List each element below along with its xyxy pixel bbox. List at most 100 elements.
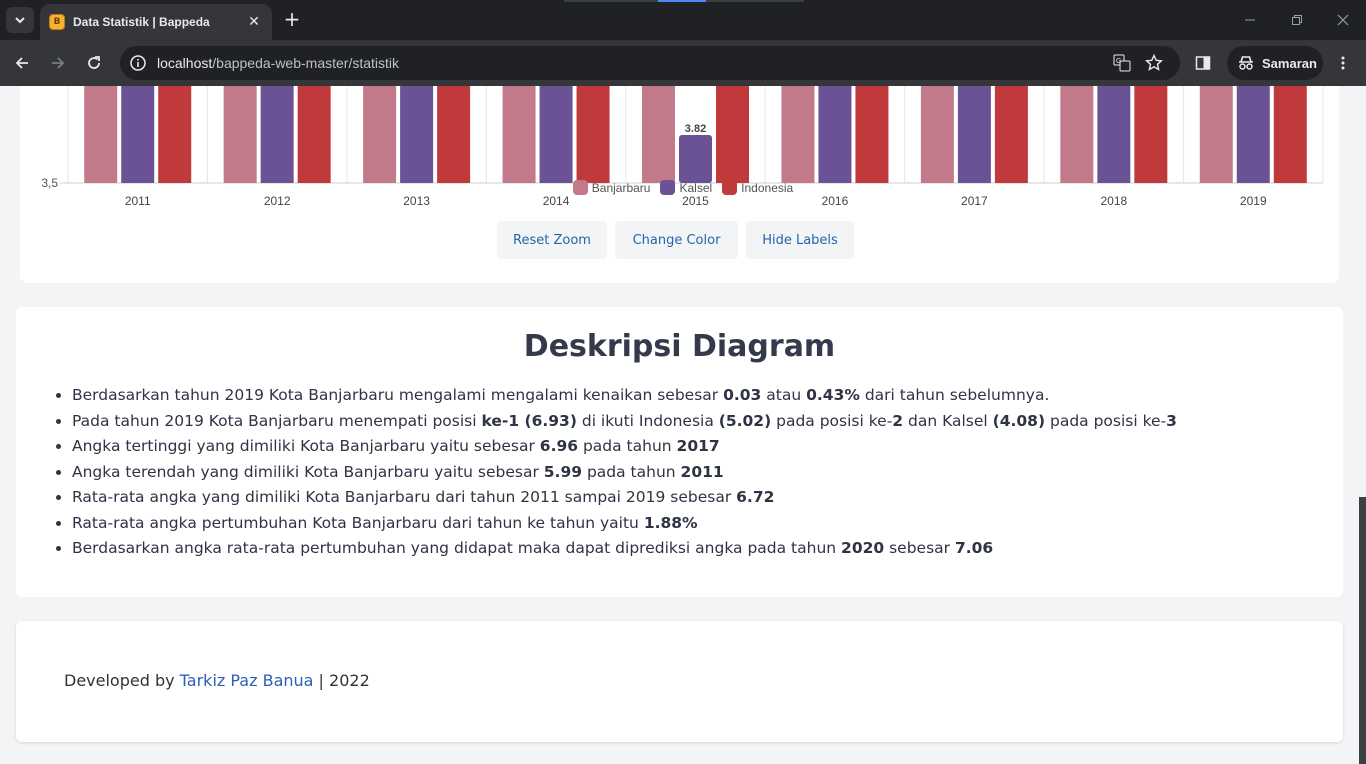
page-scrollbar-thumb[interactable] <box>1359 497 1366 764</box>
chart-card: 3,5 2011 2012 2013 2014 3.82 2015 2016 2017 2018 2… <box>20 86 1339 283</box>
bar-kalsel-2017 <box>957 86 991 183</box>
description-item: Rata-rata angka pertumbuhan Kota Banjarb… <box>72 511 1177 537</box>
legend-swatch <box>572 180 588 195</box>
x-tick-label: 2011 <box>125 194 151 208</box>
svg-text:G: G <box>1116 58 1121 65</box>
bar-indonesia-2017 <box>994 86 1028 183</box>
bar-banjarbaru-2015 <box>642 86 675 183</box>
bar-banjarbaru-2014 <box>502 86 536 183</box>
url-text[interactable]: localhost/bappeda-web-master/statistik <box>157 55 399 71</box>
bar-indonesia-2013 <box>437 86 471 183</box>
new-tab-plus-icon[interactable]: + <box>281 7 303 31</box>
bar-indonesia-2016 <box>855 86 889 183</box>
tab-title: Data Statistik | Bappeda <box>73 15 210 29</box>
profile-label: Samaran <box>1262 55 1317 71</box>
browser-toolbar: localhost/bappeda-web-master/statistik G… <box>0 40 1366 86</box>
description-list: Berdasarkan tahun 2019 Kota Banjarbaru m… <box>72 383 1177 562</box>
address-bar[interactable]: localhost/bappeda-web-master/statistik G <box>120 46 1180 80</box>
reset-zoom-button[interactable]: Reset Zoom <box>497 221 607 259</box>
menu-kebab-icon[interactable] <box>1331 51 1355 75</box>
description-item: Berdasarkan tahun 2019 Kota Banjarbaru m… <box>72 383 1177 409</box>
chart-legend: Banjarbaru Kalsel Indonesia <box>0 180 1366 195</box>
tab-search-button[interactable] <box>6 7 34 33</box>
tab-hover-strip-end <box>706 0 804 2</box>
description-item: Berdasarkan angka rata-rata pertumbuhan … <box>72 536 1177 562</box>
restore-icon[interactable] <box>1285 8 1309 32</box>
forward-arrow-icon[interactable] <box>46 51 70 75</box>
url-host: localhost <box>157 55 213 71</box>
bar-kalsel-2018 <box>1097 86 1131 183</box>
site-info-icon[interactable] <box>129 54 147 72</box>
bar-banjarbaru-2011 <box>84 86 118 183</box>
bar-kalsel-2014 <box>539 86 573 183</box>
bar-kalsel-2019 <box>1236 86 1270 183</box>
minimize-icon[interactable] <box>1238 8 1262 32</box>
x-tick-label: 2013 <box>403 194 430 208</box>
tab-hover-strip-accent <box>658 0 706 2</box>
page-viewport: 3,5 2011 2012 2013 2014 3.82 2015 2016 2017 2018 2… <box>0 86 1366 764</box>
bar-banjarbaru-2012 <box>223 86 257 183</box>
description-item: Angka tertinggi yang dimiliki Kota Banja… <box>72 434 1177 460</box>
bar-banjarbaru-2019 <box>1199 86 1233 183</box>
back-arrow-icon[interactable] <box>10 51 34 75</box>
x-tick-label: 2018 <box>1100 194 1127 208</box>
legend-item-kalsel[interactable]: Kalsel <box>660 180 712 195</box>
legend-label: Indonesia <box>741 180 794 195</box>
data-label: 3.82 <box>685 123 706 135</box>
bar-kalsel-2012 <box>260 86 294 183</box>
hide-labels-button[interactable]: Hide Labels <box>746 221 854 259</box>
side-panel-icon[interactable] <box>1191 51 1215 75</box>
bar-banjarbaru-2016 <box>781 86 815 183</box>
bappeda-favicon-icon: B <box>49 14 65 30</box>
tab-hover-strip <box>564 0 658 2</box>
x-tick-label: 2014 <box>543 194 570 208</box>
incognito-icon <box>1239 56 1253 70</box>
footer-text: Developed by Tarkiz Paz Banua | 2022 <box>64 671 370 690</box>
change-color-button[interactable]: Change Color <box>615 221 738 259</box>
profile-button[interactable]: Samaran <box>1227 46 1323 80</box>
legend-label: Kalsel <box>679 180 713 195</box>
footer-prefix: Developed by <box>64 671 180 690</box>
bar-indonesia-2011 <box>158 86 192 183</box>
browser-tabstrip: B Data Statistik | Bappeda ✕ + <box>0 0 1366 40</box>
description-card: Deskripsi Diagram Berdasarkan tahun 2019… <box>16 307 1343 597</box>
legend-label: Banjarbaru <box>591 180 651 195</box>
x-tick-label: 2012 <box>264 194 291 208</box>
legend-swatch <box>660 180 676 195</box>
description-item: Angka terendah yang dimiliki Kota Banjar… <box>72 460 1177 486</box>
footer-suffix: | 2022 <box>313 671 370 690</box>
bar-kalsel-2015 <box>679 135 712 183</box>
bar-banjarbaru-2013 <box>363 86 397 183</box>
translate-icon[interactable]: G <box>1113 54 1131 72</box>
chevron-down-icon <box>15 17 25 24</box>
description-title: Deskripsi Diagram <box>523 329 836 364</box>
bar-chart[interactable]: 3,52011 2012 2013 20143.822015 2016 2017 2018 2… <box>20 86 1339 226</box>
bar-indonesia-2012 <box>297 86 331 183</box>
author-link[interactable]: Tarkiz Paz Banua <box>180 671 314 690</box>
x-tick-label: 2015 <box>682 194 709 208</box>
bar-indonesia-2014 <box>576 86 610 183</box>
tab-active[interactable]: B Data Statistik | Bappeda ✕ <box>40 4 272 40</box>
close-window-icon[interactable] <box>1331 8 1355 32</box>
legend-item-banjarbaru[interactable]: Banjarbaru <box>572 180 651 195</box>
description-item: Pada tahun 2019 Kota Banjarbaru menempat… <box>72 409 1177 435</box>
bar-kalsel-2016 <box>818 86 852 183</box>
description-item: Rata-rata angka yang dimiliki Kota Banja… <box>72 485 1177 511</box>
bar-banjarbaru-2018 <box>1060 86 1094 183</box>
url-path: /bappeda-web-master/statistik <box>212 55 400 71</box>
bar-kalsel-2011 <box>121 86 155 183</box>
bar-indonesia-2019 <box>1273 86 1307 183</box>
x-tick-label: 2017 <box>961 194 988 208</box>
legend-swatch <box>722 180 738 195</box>
bar-indonesia-2015 <box>716 86 749 183</box>
bar-kalsel-2013 <box>400 86 434 183</box>
bookmark-star-icon[interactable] <box>1145 54 1163 72</box>
footer-card: Developed by Tarkiz Paz Banua | 2022 <box>16 621 1343 742</box>
chart-controls: Reset Zoom Change Color Hide Labels <box>497 221 854 259</box>
tab-close-icon[interactable]: ✕ <box>246 14 262 30</box>
legend-item-indonesia[interactable]: Indonesia <box>722 180 793 195</box>
x-tick-label: 2019 <box>1240 194 1267 208</box>
bar-banjarbaru-2017 <box>920 86 954 183</box>
reload-icon[interactable] <box>82 51 106 75</box>
bar-indonesia-2018 <box>1134 86 1168 183</box>
